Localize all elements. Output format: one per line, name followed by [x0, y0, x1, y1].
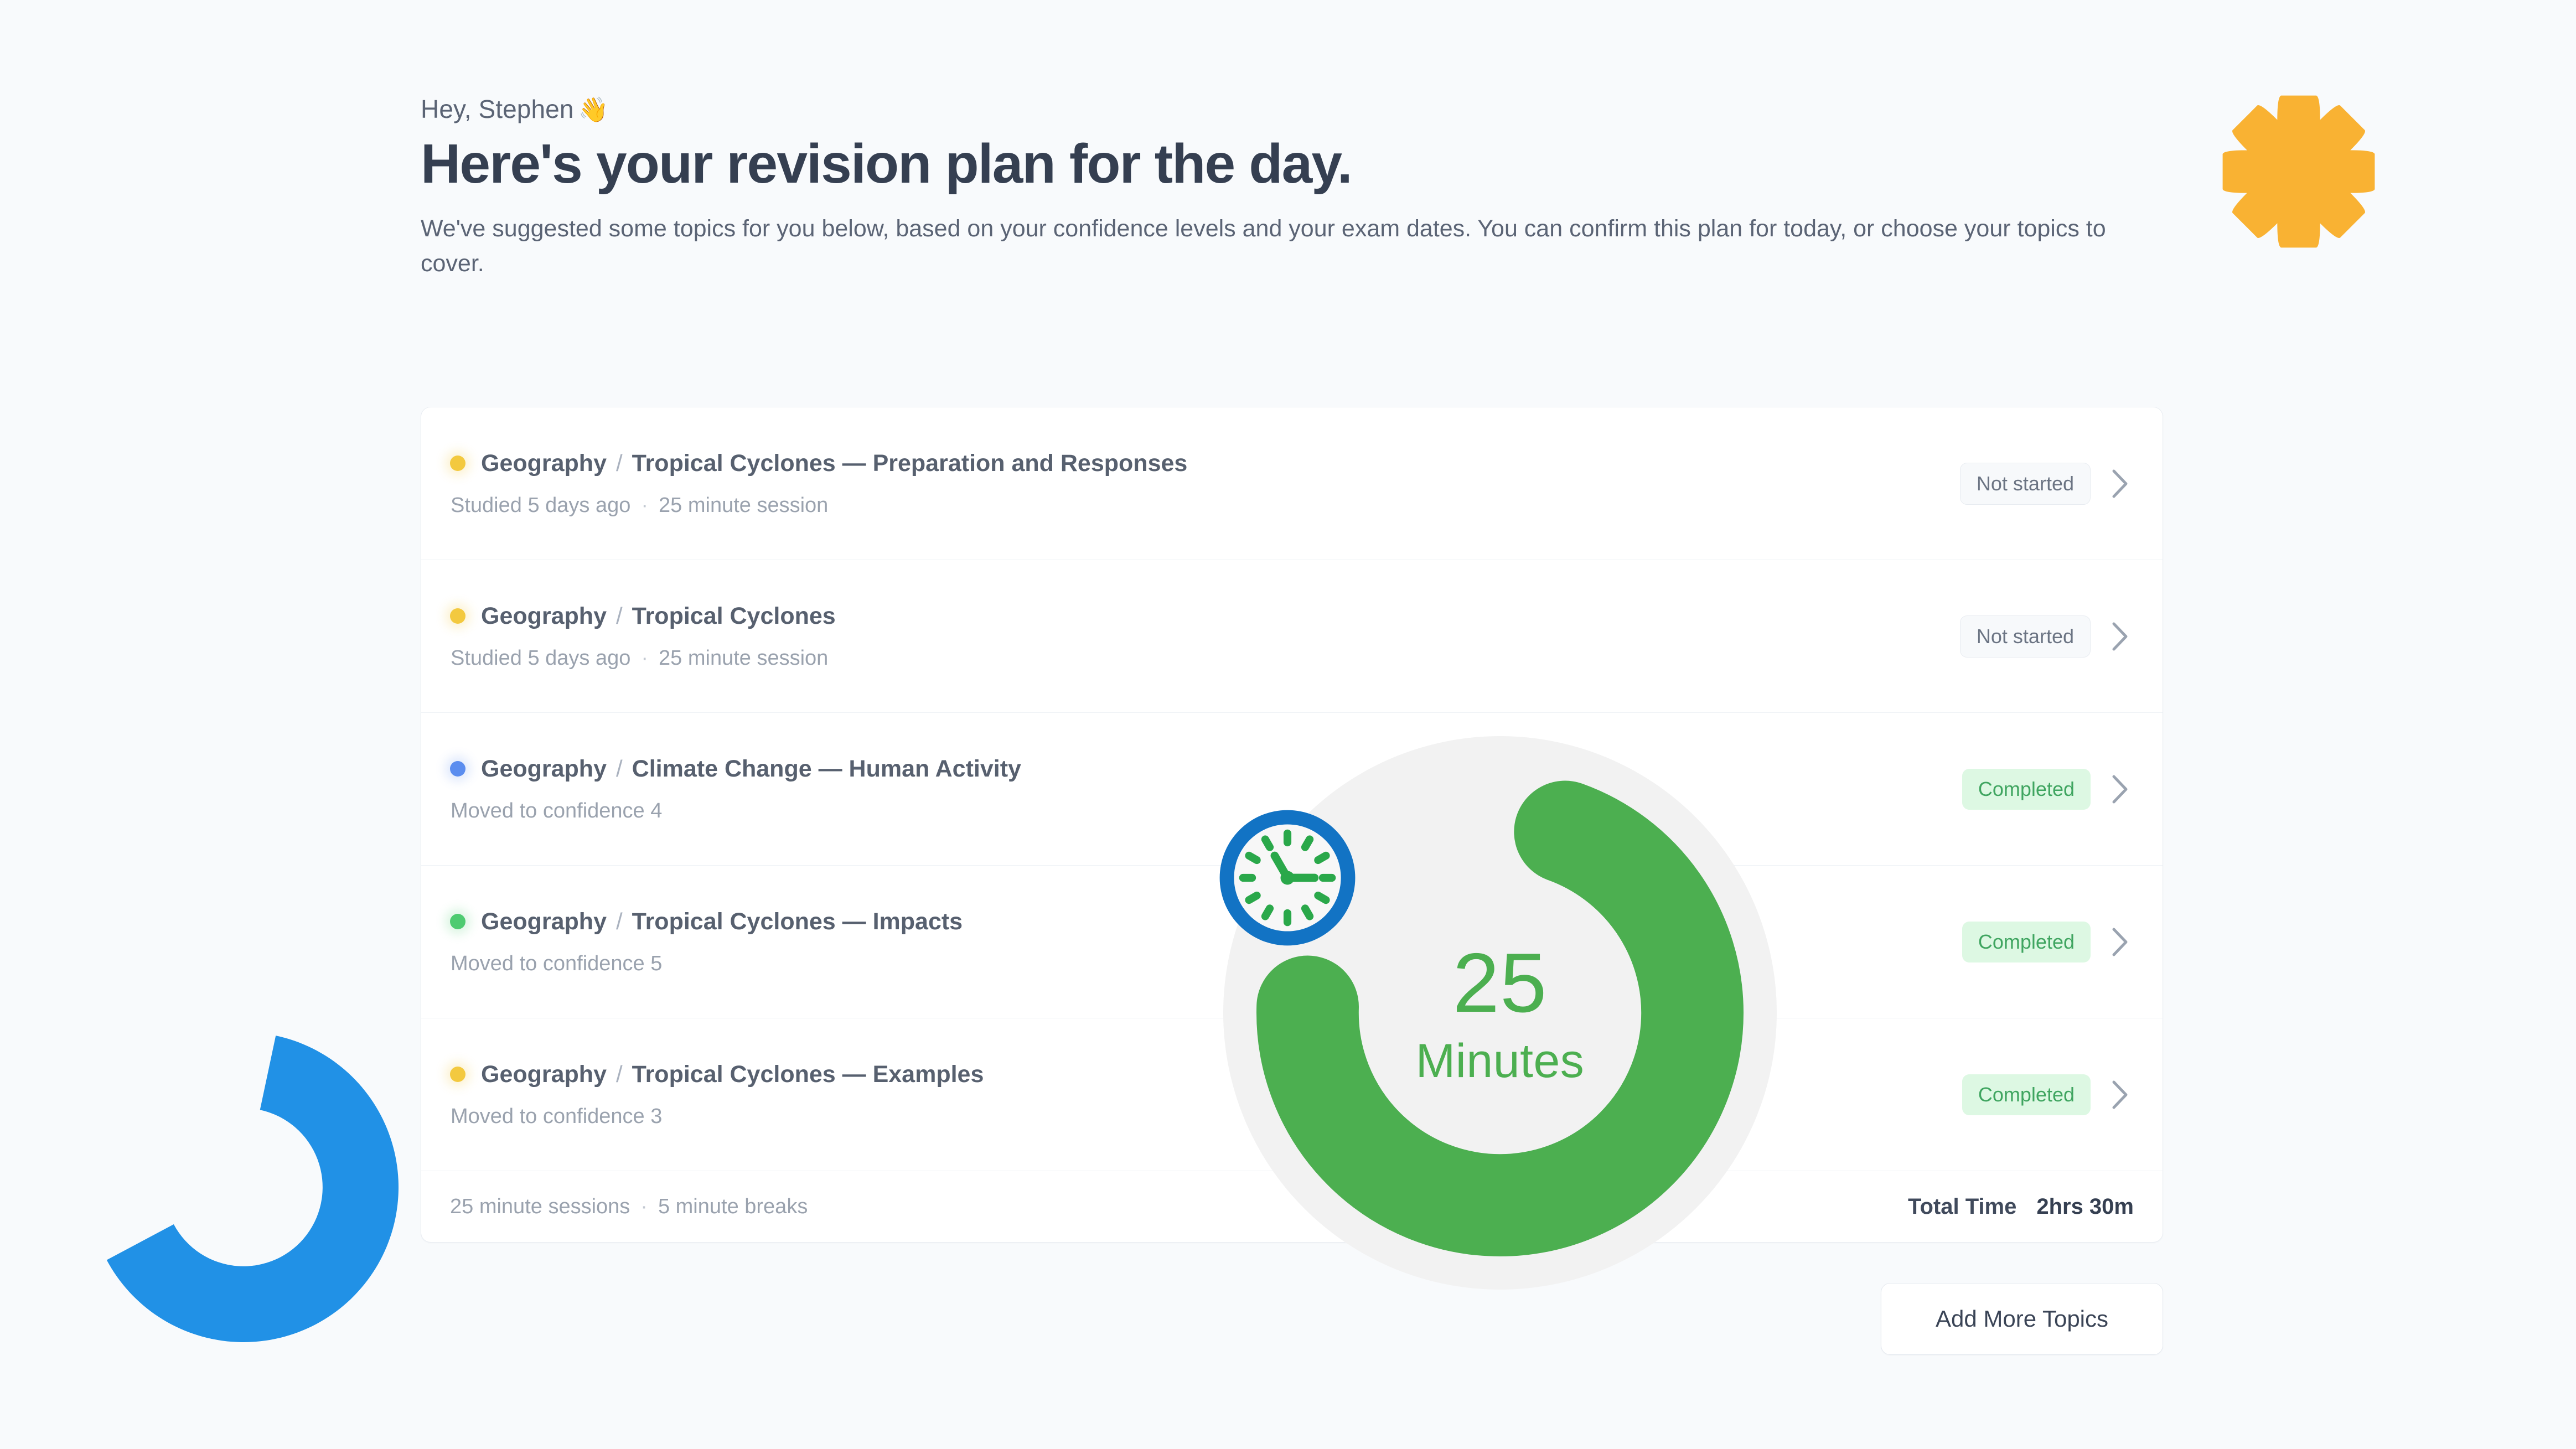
row-breadcrumb-separator: / [616, 450, 623, 476]
confidence-dot-icon [450, 761, 465, 777]
row-actions: Completed [1962, 1074, 2137, 1115]
row-breadcrumb-separator: / [616, 603, 623, 629]
status-badge[interactable]: Completed [1962, 1074, 2091, 1115]
row-breadcrumb-separator: / [616, 755, 623, 782]
session-summary: 25 minute sessions · 5 minute breaks [450, 1195, 808, 1219]
table-row[interactable]: Geography / Tropical Cyclones Studied 5 day… [421, 560, 2163, 713]
row-topic: Tropical Cyclones [632, 602, 836, 629]
status-badge[interactable]: Completed [1962, 768, 2091, 810]
chevron-right-icon[interactable] [2104, 774, 2137, 805]
row-meta-primary: Moved to confidence 5 [451, 951, 663, 975]
row-meta-secondary: 25 minute session [659, 493, 829, 517]
row-content: Geography / Tropical Cyclones — Preparatio… [450, 450, 1960, 518]
chevron-right-icon[interactable] [2104, 927, 2137, 958]
row-meta-primary: Studied 5 days ago [451, 646, 631, 670]
row-meta-primary: Moved to confidence 3 [451, 1104, 663, 1128]
row-heading: Geography / Tropical Cyclones [450, 603, 1960, 630]
add-more-topics-button[interactable]: Add More Topics [1881, 1283, 2163, 1355]
clock-icon [1219, 810, 1356, 946]
chevron-right-icon[interactable] [2104, 1079, 2137, 1110]
row-meta-primary: Studied 5 days ago [451, 493, 631, 517]
row-content: Geography / Tropical Cyclones Studied 5 day… [450, 603, 1960, 670]
row-subject: Geography [481, 602, 607, 629]
row-meta-secondary: 25 minute session [659, 646, 829, 670]
status-badge[interactable]: Not started [1959, 462, 2091, 505]
row-subject: Geography [481, 1060, 607, 1088]
status-badge[interactable]: Completed [1962, 921, 2091, 962]
row-topic: Tropical Cyclones — Preparation and Resp… [632, 449, 1188, 477]
gear-decoration-icon [2222, 95, 2375, 248]
row-topic: Tropical Cyclones — Impacts [632, 908, 963, 935]
row-subject: Geography [481, 755, 607, 782]
table-row[interactable]: Geography / Tropical Cyclones — Preparatio… [421, 407, 2163, 560]
confidence-dot-icon [450, 456, 465, 471]
row-topic: Climate Change — Human Activity [632, 755, 1021, 782]
status-badge[interactable]: Not started [1959, 615, 2091, 658]
chevron-right-icon[interactable] [2104, 621, 2137, 652]
waving-hand-icon: 👋 [578, 96, 609, 123]
sessions-label: 25 minute sessions [450, 1194, 630, 1218]
greeting: Hey, Stephen 👋 [421, 94, 2164, 124]
greeting-text: Hey, Stephen [421, 95, 574, 123]
add-more-topics-label: Add More Topics [1935, 1306, 2109, 1332]
row-actions: Not started [1959, 615, 2137, 658]
row-meta-primary: Moved to confidence 4 [451, 799, 663, 822]
total-time-label: Total Time [1908, 1194, 2017, 1219]
row-meta: Studied 5 days ago · 25 minute session [450, 646, 1960, 670]
intro-paragraph: We've suggested some topics for you belo… [421, 215, 2106, 277]
row-heading: Geography / Tropical Cyclones — Preparatio… [450, 450, 1960, 477]
total-time-value: 2hrs 30m [2036, 1194, 2134, 1219]
total-time: Total Time 2hrs 30m [1908, 1194, 2134, 1219]
row-actions: Completed [1962, 921, 2137, 962]
page-header: Hey, Stephen 👋 Here's your revision plan … [421, 94, 2164, 281]
row-meta-separator: · [641, 493, 649, 517]
row-subject: Geography [481, 908, 607, 935]
row-meta-separator: · [641, 646, 649, 670]
row-actions: Completed [1962, 768, 2137, 810]
row-breadcrumb-separator: / [616, 1061, 623, 1087]
session-timer-widget: 25 Minutes [1212, 720, 1788, 1301]
footer-separator: · [640, 1194, 648, 1218]
row-topic: Tropical Cyclones — Examples [632, 1060, 984, 1088]
confidence-dot-icon [450, 608, 465, 624]
page-title: Here's your revision plan for the day. [421, 133, 1353, 195]
breaks-label: 5 minute breaks [658, 1194, 808, 1218]
row-actions: Not started [1959, 462, 2137, 505]
chevron-right-icon[interactable] [2104, 468, 2137, 499]
row-meta: Studied 5 days ago · 25 minute session [450, 494, 1960, 518]
confidence-dot-icon [450, 914, 465, 929]
confidence-dot-icon [450, 1067, 465, 1082]
row-subject: Geography [481, 449, 607, 477]
arc-decoration-icon [106, 1036, 399, 1342]
row-breadcrumb-separator: / [616, 908, 623, 934]
